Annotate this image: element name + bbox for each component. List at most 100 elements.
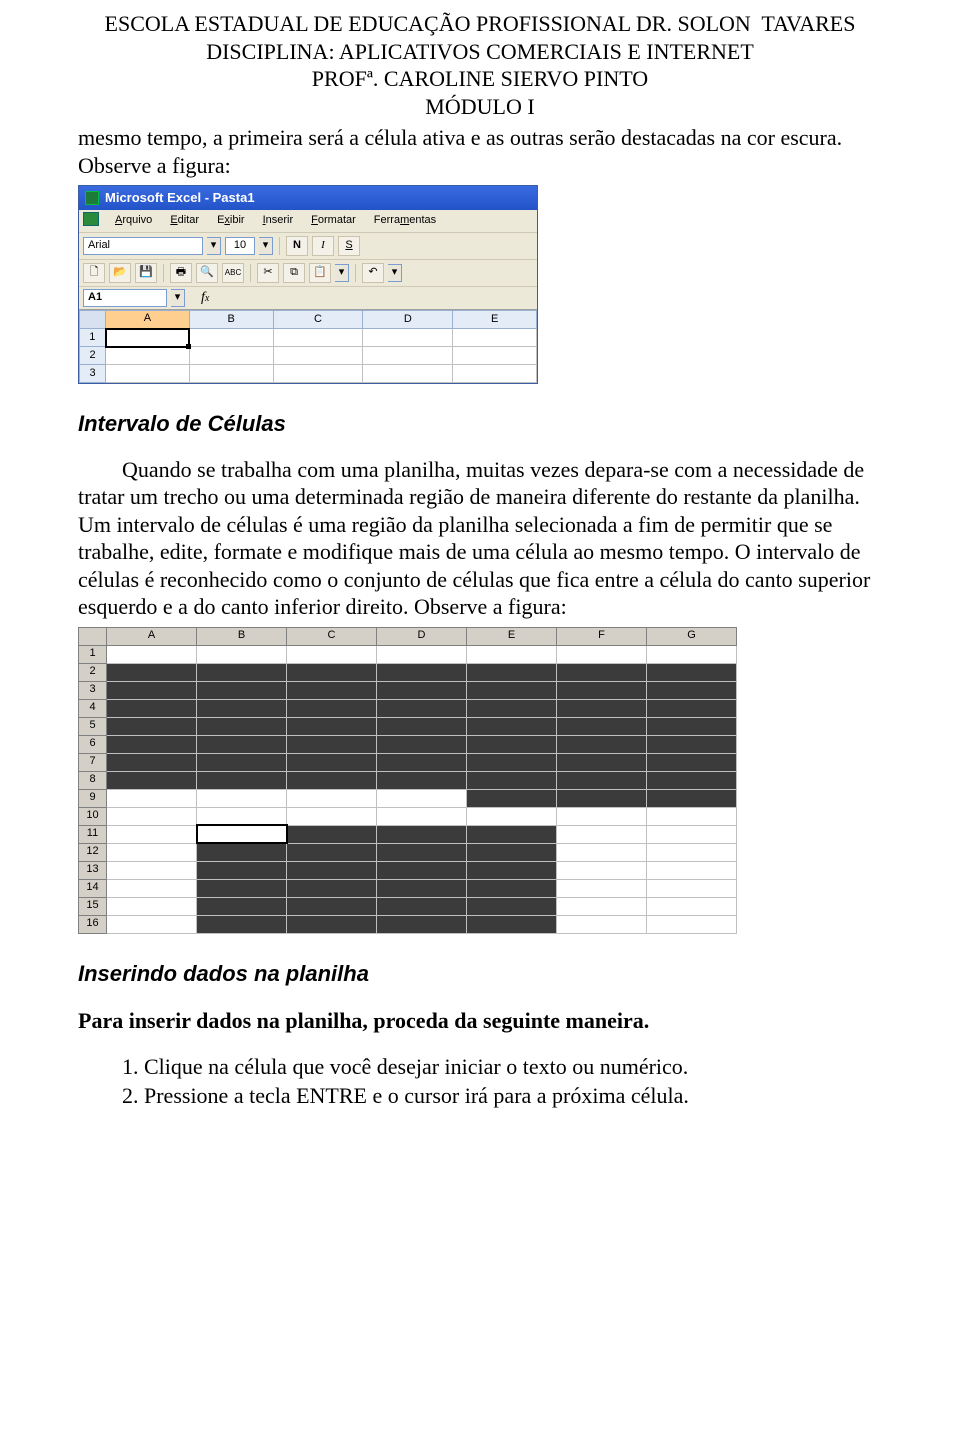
cell[interactable]	[287, 771, 377, 789]
cell[interactable]	[647, 825, 737, 843]
cell[interactable]	[377, 915, 467, 933]
italic-button[interactable]: I	[312, 236, 334, 256]
cell[interactable]	[647, 879, 737, 897]
cell[interactable]	[467, 879, 557, 897]
cell[interactable]	[377, 663, 467, 681]
cell[interactable]	[557, 645, 647, 663]
cell[interactable]	[377, 699, 467, 717]
menu-inserir[interactable]: Inserir	[261, 212, 296, 230]
spellcheck-icon[interactable]: ABC	[222, 263, 244, 283]
cell[interactable]	[197, 663, 287, 681]
cell[interactable]	[377, 735, 467, 753]
column-header-A[interactable]: A	[106, 311, 190, 329]
cell[interactable]	[377, 645, 467, 663]
row-header-15[interactable]: 15	[79, 897, 107, 915]
cell[interactable]	[197, 645, 287, 663]
row-header-1[interactable]: 1	[80, 329, 106, 347]
cell[interactable]	[107, 681, 197, 699]
cell[interactable]	[273, 365, 363, 383]
cell[interactable]	[467, 771, 557, 789]
cell[interactable]	[647, 807, 737, 825]
cell[interactable]	[197, 879, 287, 897]
cell[interactable]	[647, 735, 737, 753]
chevron-down-icon[interactable]: ▾	[259, 237, 273, 255]
row-header-6[interactable]: 6	[79, 735, 107, 753]
name-box[interactable]: A1	[83, 289, 167, 307]
cell[interactable]	[647, 897, 737, 915]
column-header-A[interactable]: A	[107, 627, 197, 645]
select-all-corner[interactable]	[79, 627, 107, 645]
cell[interactable]	[377, 681, 467, 699]
cell[interactable]	[377, 753, 467, 771]
font-name-field[interactable]: Arial	[83, 237, 203, 255]
cell[interactable]	[197, 789, 287, 807]
cell[interactable]	[273, 329, 363, 347]
cell[interactable]	[363, 329, 453, 347]
cell[interactable]	[647, 789, 737, 807]
cell[interactable]	[107, 645, 197, 663]
cell[interactable]	[557, 717, 647, 735]
cell[interactable]	[287, 681, 377, 699]
cell[interactable]	[287, 645, 377, 663]
menu-arquivo[interactable]: Arquivo	[113, 212, 154, 230]
cell[interactable]	[467, 753, 557, 771]
column-header-D[interactable]: D	[363, 311, 453, 329]
cell[interactable]	[287, 825, 377, 843]
print-icon[interactable]: 🖶	[170, 263, 192, 283]
cell[interactable]	[647, 843, 737, 861]
cell[interactable]	[107, 897, 197, 915]
cell[interactable]	[453, 365, 537, 383]
column-header-E[interactable]: E	[453, 311, 537, 329]
fx-icon[interactable]: fx	[201, 289, 209, 307]
cell[interactable]	[377, 717, 467, 735]
cell[interactable]	[557, 807, 647, 825]
cell[interactable]	[557, 825, 647, 843]
column-header-F[interactable]: F	[557, 627, 647, 645]
cell[interactable]	[377, 807, 467, 825]
cell[interactable]	[557, 735, 647, 753]
menu-formatar[interactable]: Formatar	[309, 212, 358, 230]
column-header-G[interactable]: G	[647, 627, 737, 645]
cell[interactable]	[467, 663, 557, 681]
cut-icon[interactable]: ✂	[257, 263, 279, 283]
row-header-12[interactable]: 12	[79, 843, 107, 861]
cell[interactable]	[467, 807, 557, 825]
cell[interactable]	[557, 879, 647, 897]
cell[interactable]	[107, 879, 197, 897]
cell[interactable]	[287, 897, 377, 915]
cell[interactable]	[197, 807, 287, 825]
row-header-1[interactable]: 1	[79, 645, 107, 663]
cell[interactable]	[647, 699, 737, 717]
cell[interactable]	[377, 879, 467, 897]
row-header-2[interactable]: 2	[80, 347, 106, 365]
column-header-B[interactable]: B	[197, 627, 287, 645]
cell[interactable]	[197, 861, 287, 879]
row-header-8[interactable]: 8	[79, 771, 107, 789]
cell[interactable]	[557, 771, 647, 789]
column-header-C[interactable]: C	[273, 311, 363, 329]
cell[interactable]	[647, 861, 737, 879]
cell[interactable]	[467, 915, 557, 933]
copy-icon[interactable]: ⧉	[283, 263, 305, 283]
cell[interactable]	[467, 861, 557, 879]
cell[interactable]	[363, 347, 453, 365]
row-header-9[interactable]: 9	[79, 789, 107, 807]
cell[interactable]	[197, 843, 287, 861]
cell[interactable]	[189, 365, 273, 383]
column-header-B[interactable]: B	[189, 311, 273, 329]
cell-A1-active[interactable]	[106, 329, 190, 347]
row-header-3[interactable]: 3	[80, 365, 106, 383]
spreadsheet-grid-1[interactable]: A B C D E 1 2 3	[79, 309, 537, 383]
column-header-C[interactable]: C	[287, 627, 377, 645]
bold-button[interactable]: N	[286, 236, 308, 256]
cell[interactable]	[287, 663, 377, 681]
menu-exibir[interactable]: Exibir	[215, 212, 247, 230]
cell[interactable]	[377, 861, 467, 879]
cell[interactable]	[106, 365, 190, 383]
cell[interactable]	[107, 843, 197, 861]
cell[interactable]	[557, 681, 647, 699]
cell[interactable]	[107, 699, 197, 717]
cell[interactable]	[467, 735, 557, 753]
cell[interactable]	[377, 789, 467, 807]
chevron-down-icon[interactable]: ▾	[207, 237, 221, 255]
